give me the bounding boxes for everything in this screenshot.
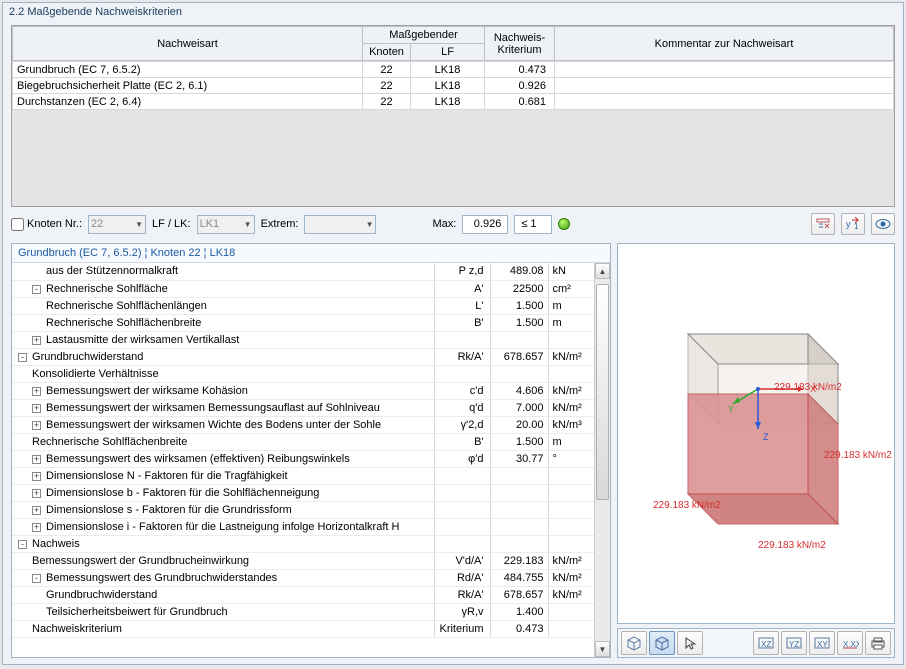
detail-row[interactable]: + Bemessungswert des wirksamen (effektiv… xyxy=(12,450,594,467)
lflk-combo[interactable]: LK1▼ xyxy=(197,215,255,234)
col-massgebender: Maßgebender xyxy=(363,27,485,44)
detail-title: Grundbruch (EC 7, 6.5.2) ¦ Knoten 22 ¦ L… xyxy=(12,244,610,263)
tree-toggle[interactable]: + xyxy=(32,387,41,396)
tree-toggle[interactable]: + xyxy=(32,489,41,498)
tree-toggle[interactable]: + xyxy=(32,421,41,430)
detail-row[interactable]: + Dimensionslose i - Faktoren für die La… xyxy=(12,518,594,535)
view-iso-button[interactable] xyxy=(621,631,647,655)
tree-toggle[interactable]: + xyxy=(32,506,41,515)
chevron-down-icon: ▼ xyxy=(244,220,252,229)
detail-row[interactable]: Rechnerische SohlflächenbreiteB'1.500m xyxy=(12,314,594,331)
knoten-checkbox[interactable] xyxy=(11,218,24,231)
goto-icon: y1 xyxy=(846,217,860,231)
col-kriterium: Nachweis- Kriterium xyxy=(485,27,555,61)
viz-value-2: 229.183 kN/m2 xyxy=(824,450,892,461)
detail-row[interactable]: aus der StützennormalkraftP z,d489.08kN xyxy=(12,263,594,280)
col-kommentar: Kommentar zur Nachweisart xyxy=(555,27,894,61)
extrem-label: Extrem: xyxy=(261,218,299,230)
extrem-combo[interactable]: ▼ xyxy=(304,215,376,234)
print-button[interactable] xyxy=(865,631,891,655)
scroll-down-button[interactable]: ▼ xyxy=(595,641,610,657)
col-nachweisart: Nachweisart xyxy=(13,27,363,61)
view-values-button[interactable]: X.XX xyxy=(837,631,863,655)
col-lf: LF xyxy=(411,44,485,61)
max-label: Max: xyxy=(432,218,456,230)
detail-row[interactable]: Rechnerische SohlflächenbreiteB'1.500m xyxy=(12,433,594,450)
detail-scrollbar[interactable]: ▲ ▼ xyxy=(594,263,610,657)
max-value: 0.926 xyxy=(462,215,508,234)
chevron-down-icon: ▼ xyxy=(135,220,143,229)
detail-row[interactable]: + Bemessungswert der wirksamen Bemessung… xyxy=(12,399,594,416)
status-ok-icon xyxy=(558,218,570,230)
pane-title: 2.2 Maßgebende Nachweiskriterien xyxy=(3,3,903,21)
values-icon: X.XX xyxy=(841,636,859,650)
criteria-table: Nachweisart Maßgebender Nachweis- Kriter… xyxy=(11,25,895,207)
cursor-button[interactable] xyxy=(677,631,703,655)
axis-y-label: Y xyxy=(728,404,734,414)
view-xz-button[interactable]: XZ xyxy=(753,631,779,655)
tree-toggle[interactable]: - xyxy=(18,353,27,362)
detail-row[interactable]: + Bemessungswert der wirksamen Wichte de… xyxy=(12,416,594,433)
view-xy-icon: XY xyxy=(813,636,831,650)
svg-text:1: 1 xyxy=(854,222,859,231)
tree-toggle[interactable]: - xyxy=(32,285,41,294)
table-row[interactable]: Durchstanzen (EC 2, 6.4)22LK180.681 xyxy=(13,94,894,110)
tree-toggle[interactable]: + xyxy=(32,455,41,464)
detail-row[interactable]: NachweiskriteriumKriterium0.473 xyxy=(12,620,594,637)
viz-3d-canvas[interactable]: X Y Z 229.183 kN/m2 229.183 kN/m2 229.18… xyxy=(617,243,895,624)
detail-row[interactable]: Teilsicherheitsbeiwert für GrundbruchγR,… xyxy=(12,603,594,620)
tree-toggle[interactable]: + xyxy=(32,404,41,413)
detail-row[interactable]: + Dimensionslose N - Faktoren für die Tr… xyxy=(12,467,594,484)
svg-text:XY: XY xyxy=(817,640,828,649)
cursor-icon xyxy=(683,636,697,650)
cube-iso-icon xyxy=(626,635,642,651)
axis-z-label: Z xyxy=(763,432,769,442)
tree-toggle[interactable]: + xyxy=(32,472,41,481)
lflk-label: LF / LK: xyxy=(152,218,191,230)
svg-text:YZ: YZ xyxy=(789,640,799,649)
view-persp-button[interactable] xyxy=(649,631,675,655)
viz-value-4: 229.183 kN/m2 xyxy=(758,540,826,551)
detail-row[interactable]: - Bemessungswert des Grundbruchwiderstan… xyxy=(12,569,594,586)
detail-row[interactable]: Rechnerische SohlflächenlängenL'1.500m xyxy=(12,297,594,314)
col-knoten: Knoten xyxy=(363,44,411,61)
filter-icon xyxy=(816,217,830,231)
chevron-down-icon: ▼ xyxy=(366,220,374,229)
print-icon xyxy=(870,636,886,650)
detail-row[interactable]: + Dimensionslose s - Faktoren für die Gr… xyxy=(12,501,594,518)
viz-value-3: 229.183 kN/m2 xyxy=(653,500,721,511)
action-button-1[interactable] xyxy=(811,213,835,235)
max-limit: ≤ 1 xyxy=(514,215,552,234)
viz-toolbar: XZ YZ XY X.XX xyxy=(617,628,895,658)
tree-toggle[interactable]: + xyxy=(32,336,41,345)
knoten-combo[interactable]: 22▼ xyxy=(88,215,146,234)
detail-row[interactable]: Konsolidierte Verhältnisse xyxy=(12,365,594,382)
detail-row[interactable]: - GrundbruchwiderstandRk/A'678.657kN/m² xyxy=(12,348,594,365)
action-button-3[interactable] xyxy=(871,213,895,235)
view-xz-icon: XZ xyxy=(757,636,775,650)
knoten-checkbox-label[interactable]: Knoten Nr.: xyxy=(11,218,82,231)
tree-toggle[interactable]: + xyxy=(32,523,41,532)
view-yz-button[interactable]: YZ xyxy=(781,631,807,655)
detail-row[interactable]: + Lastausmitte der wirksamen Vertikallas… xyxy=(12,331,594,348)
svg-text:y: y xyxy=(846,219,851,229)
scroll-up-button[interactable]: ▲ xyxy=(595,263,610,279)
eye-icon xyxy=(875,218,891,230)
viz-value-1: 229.183 kN/m2 xyxy=(774,382,842,393)
detail-row[interactable]: Bemessungswert der GrundbrucheinwirkungV… xyxy=(12,552,594,569)
detail-row[interactable]: + Dimensionslose b - Faktoren für die So… xyxy=(12,484,594,501)
detail-row[interactable]: GrundbruchwiderstandRk/A'678.657kN/m² xyxy=(12,586,594,603)
tree-toggle[interactable]: - xyxy=(18,540,27,549)
cube-persp-icon xyxy=(654,635,670,651)
view-yz-icon: YZ xyxy=(785,636,803,650)
table-row[interactable]: Biegebruchsicherheit Platte (EC 2, 6.1)2… xyxy=(13,78,894,94)
detail-row[interactable]: + Bemessungswert der wirksame Kohäsionc'… xyxy=(12,382,594,399)
action-button-2[interactable]: y1 xyxy=(841,213,865,235)
view-xy-button[interactable]: XY xyxy=(809,631,835,655)
svg-text:XZ: XZ xyxy=(761,640,771,649)
detail-row[interactable]: - Rechnerische SohlflächeA'22500cm² xyxy=(12,280,594,297)
detail-row[interactable]: - Nachweis xyxy=(12,535,594,552)
table-row[interactable]: Grundbruch (EC 7, 6.5.2)22LK180.473 xyxy=(13,62,894,78)
tree-toggle[interactable]: - xyxy=(32,574,41,583)
